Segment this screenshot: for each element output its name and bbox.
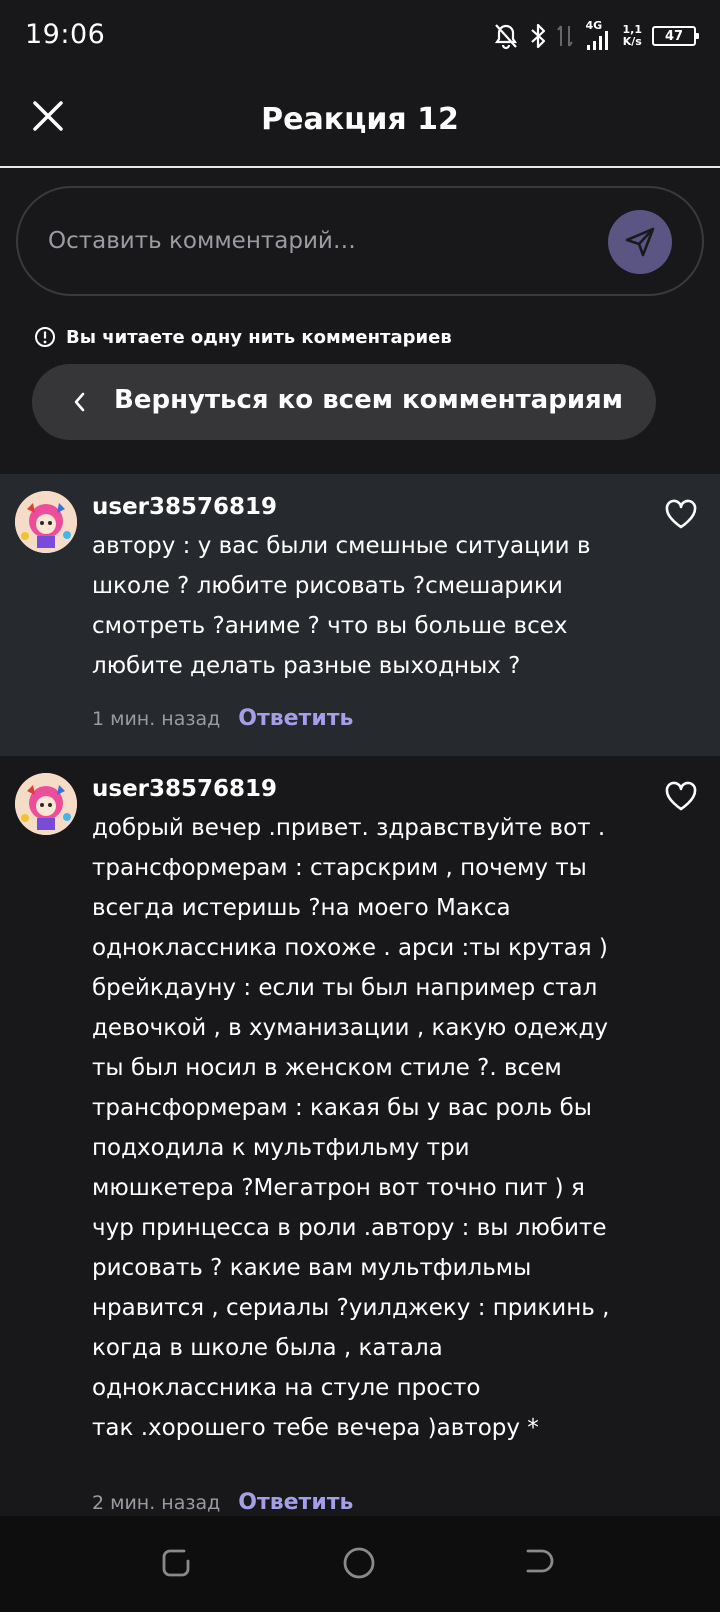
status-icons: 4G 1,1 K/s 47 (493, 19, 699, 52)
send-icon (625, 227, 655, 257)
reply-button[interactable]: Ответить (238, 1490, 353, 1515)
heart-icon[interactable] (664, 780, 698, 812)
comment-timestamp: 2 мин. назад (92, 1491, 221, 1514)
header: Реакция 12 (0, 72, 720, 168)
comment-text: добрый вечер .привет. здравствуйте вот .… (92, 815, 610, 1441)
notifications-off-icon (494, 24, 517, 50)
back-label: Вернуться ко всем комментариям (114, 385, 624, 415)
sim-signal-icon (556, 25, 573, 47)
back-icon[interactable] (524, 1546, 556, 1580)
network-speed: 1,1 K/s (623, 24, 643, 48)
status-time: 19:06 (25, 19, 106, 50)
battery-level: 47 (664, 28, 684, 44)
info-icon (35, 327, 55, 347)
comment-text: автору : у вас были смешные ситуации в ш… (92, 533, 591, 679)
thread-notice: Вы читаете одну нить комментариев (34, 326, 452, 348)
bluetooth-icon (530, 23, 545, 49)
comment-input[interactable] (48, 188, 588, 294)
thread-notice-text: Вы читаете одну нить комментариев (66, 326, 452, 348)
comment-item: user38576819 добрый вечер .привет. здрав… (0, 756, 720, 1516)
comment-meta: 1 мин. назад Ответить (92, 706, 353, 731)
recent-apps-icon[interactable] (160, 1546, 192, 1580)
reply-button[interactable]: Ответить (238, 706, 353, 731)
send-button[interactable] (608, 210, 672, 274)
comment-username[interactable]: user38576819 (92, 494, 277, 520)
comment-meta: 2 мин. назад Ответить (92, 1490, 353, 1515)
signal-4g-icon: 4G (583, 19, 613, 51)
system-nav-bar (0, 1516, 720, 1612)
comment-item: user38576819 автору : у вас были смешные… (0, 474, 720, 756)
avatar[interactable] (15, 773, 77, 835)
avatar[interactable] (15, 491, 77, 553)
comment-username[interactable]: user38576819 (92, 776, 277, 802)
comment-composer (16, 186, 704, 296)
status-bar: 19:06 4G 1,1 K/s 47 (0, 0, 720, 72)
battery-icon: 47 (652, 26, 699, 46)
speed-unit: K/s (622, 35, 642, 48)
home-icon[interactable] (342, 1546, 376, 1580)
avatar-image (15, 491, 77, 553)
back-to-all-comments-button[interactable]: Вернуться ко всем комментариям (32, 364, 656, 440)
heart-icon[interactable] (664, 498, 698, 530)
avatar-image (15, 773, 77, 835)
page-title: Реакция 12 (261, 102, 459, 137)
comment-timestamp: 1 мин. назад (92, 707, 221, 730)
chevron-left-icon (74, 392, 85, 412)
